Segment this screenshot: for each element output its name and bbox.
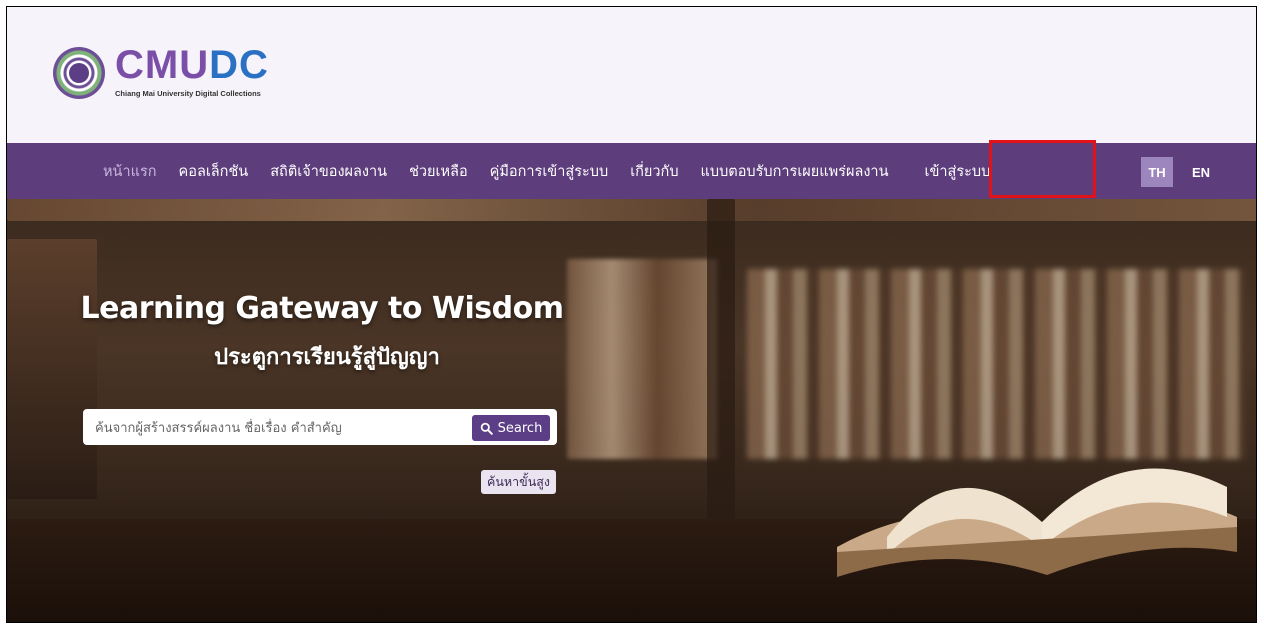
shelf-top [7, 199, 1256, 221]
nav-collections[interactable]: คอลเล็กชัน [179, 160, 249, 183]
brand-dc: DC [209, 43, 269, 87]
shelf-pillar [707, 199, 735, 519]
nav-login-guide[interactable]: คู่มือการเข้าสู่ระบบ [490, 160, 609, 183]
search-box: Search [83, 409, 557, 447]
search-button-label: Search [497, 420, 543, 436]
search-icon [480, 422, 493, 435]
nav-menu: หน้าแรก คอลเล็กชัน สถิติเจ้าของผลงาน ช่ว… [103, 143, 1012, 199]
site-logo[interactable]: CMUDC Chiang Mai University Digital Coll… [53, 43, 293, 103]
browser-viewport: CMUDC Chiang Mai University Digital Coll… [6, 6, 1257, 623]
search-input[interactable] [93, 409, 467, 447]
lang-th-button[interactable]: TH [1141, 157, 1173, 187]
hero-subtitle: ประตูการเรียนรู้สู่ปัญญา [214, 345, 440, 370]
university-seal-icon [53, 47, 105, 99]
advanced-search-button[interactable]: ค้นหาขั้นสูง [481, 470, 556, 494]
site-header: CMUDC Chiang Mai University Digital Coll… [7, 7, 1256, 143]
elephant-emblem-icon [69, 63, 89, 83]
brand-wordmark: CMUDC [115, 45, 269, 85]
brand-tagline: Chiang Mai University Digital Collection… [115, 89, 261, 98]
nav-help[interactable]: ช่วยเหลือ [409, 160, 468, 183]
hero-banner: Learning Gateway to Wisdom ประตูการเรียน… [7, 199, 1256, 622]
nav-login[interactable]: เข้าสู่ระบบ [925, 160, 991, 183]
lang-en-button[interactable]: EN [1185, 157, 1217, 187]
nav-about[interactable]: เกี่ยวกับ [630, 160, 678, 183]
hero-title: Learning Gateway to Wisdom [80, 291, 564, 326]
brand-cmu: CMU [115, 43, 210, 87]
nav-owner-statistics[interactable]: สถิติเจ้าของผลงาน [270, 160, 387, 183]
main-nav: หน้าแรก คอลเล็กชัน สถิติเจ้าของผลงาน ช่ว… [7, 143, 1256, 199]
open-book-icon [837, 468, 1237, 577]
search-button[interactable]: Search [472, 415, 550, 441]
nav-home[interactable]: หน้าแรก [103, 160, 157, 183]
nav-publication-form[interactable]: แบบตอบรับการเผยแพร่ผลงาน [701, 160, 889, 183]
